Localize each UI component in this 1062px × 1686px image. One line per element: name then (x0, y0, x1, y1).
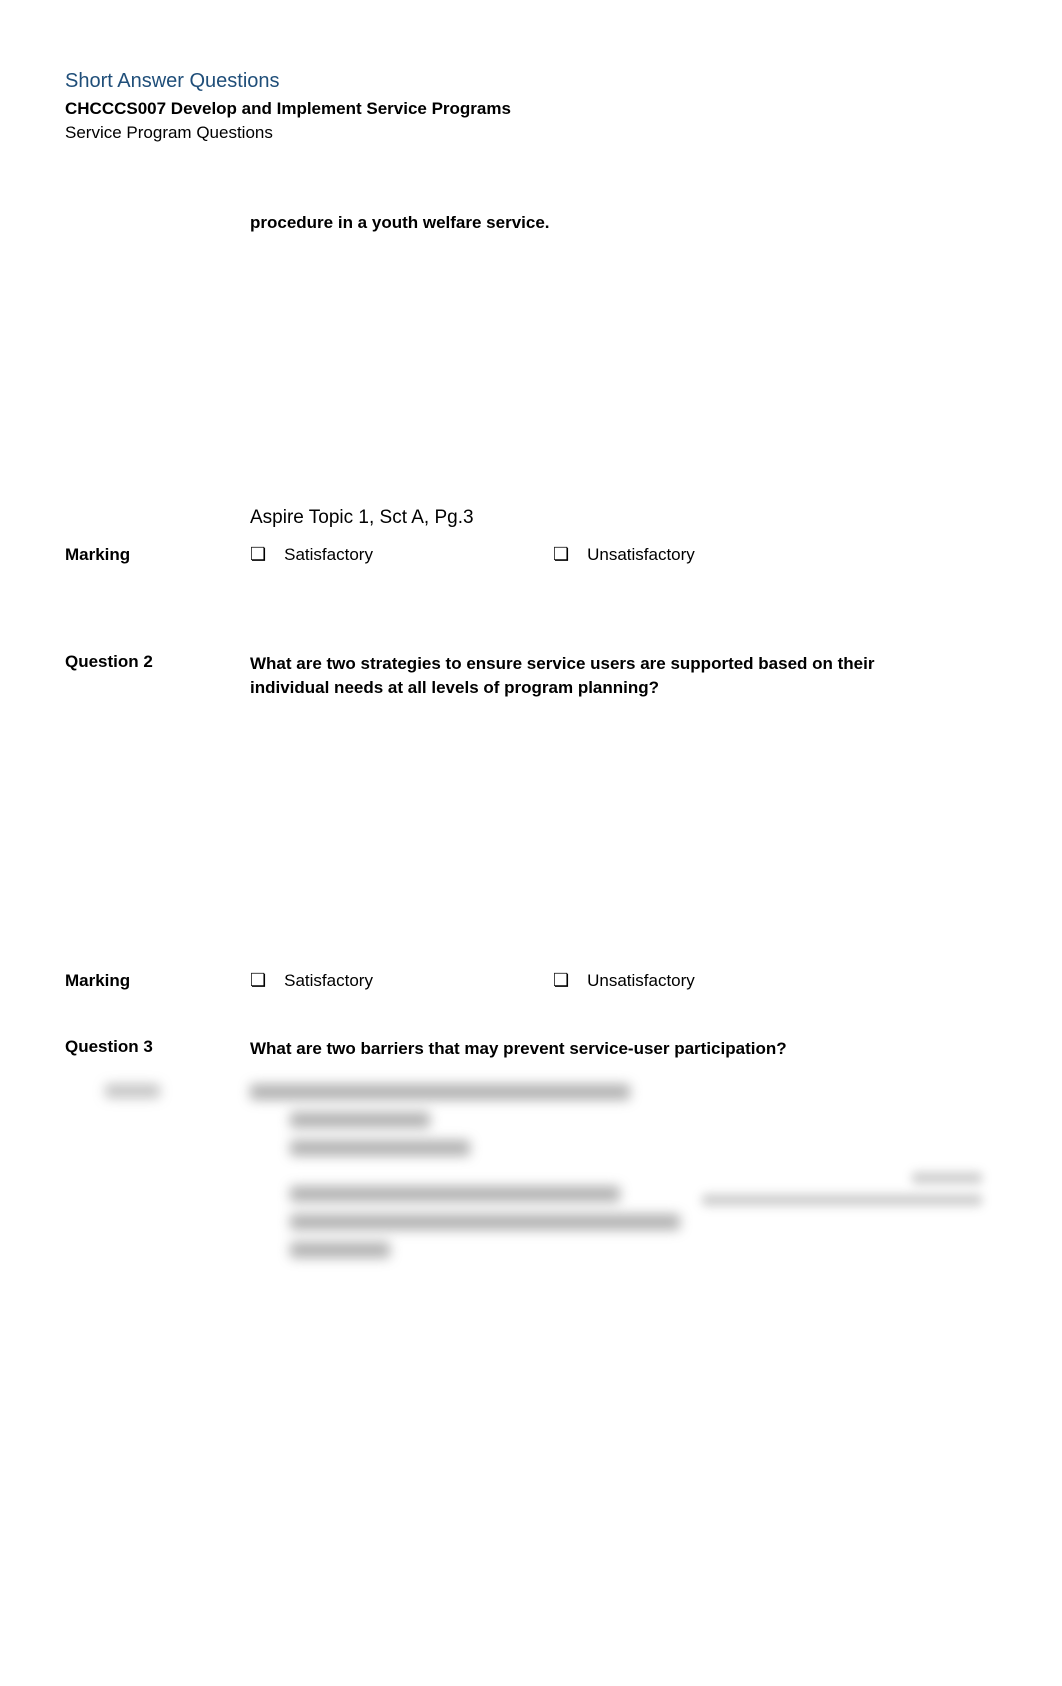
checkbox-icon: ❏ (250, 545, 266, 563)
satisfactory-option[interactable]: ❏ Satisfactory (250, 545, 373, 565)
marking-label-1: Marking (65, 537, 250, 573)
question3-table: Question 3 What are two barriers that ma… (65, 1029, 997, 1069)
satisfactory-label-2: Satisfactory (284, 971, 373, 991)
question2-label: Question 2 (65, 644, 250, 708)
question3-label: Question 3 (65, 1029, 250, 1069)
unsatisfactory-option-2[interactable]: ❏ Unsatisfactory (553, 971, 695, 991)
checkbox-icon: ❏ (553, 545, 569, 563)
marking-label-2: Marking (65, 963, 250, 999)
question1-reference: Aspire Topic 1, Sct A, Pg.3 (250, 507, 997, 529)
unit-code: CHCCCS007 Develop and Implement Service … (65, 99, 997, 119)
satisfactory-option-2[interactable]: ❏ Satisfactory (250, 971, 373, 991)
question3-text: What are two barriers that may prevent s… (250, 1037, 997, 1061)
unsatisfactory-label-2: Unsatisfactory (587, 971, 695, 991)
question2-text: What are two strategies to ensure servic… (250, 652, 997, 700)
satisfactory-label: Satisfactory (284, 545, 373, 565)
checkbox-icon: ❏ (553, 971, 569, 989)
section-title: Short Answer Questions (65, 70, 997, 93)
unsatisfactory-label: Unsatisfactory (587, 545, 695, 565)
checkbox-icon: ❏ (250, 971, 266, 989)
content-table: procedure in a youth welfare service. As… (65, 203, 997, 999)
question1-partial: procedure in a youth welfare service. (250, 211, 997, 235)
subtitle: Service Program Questions (65, 123, 997, 143)
footer-blurred (702, 1172, 982, 1206)
unsatisfactory-option[interactable]: ❏ Unsatisfactory (553, 545, 695, 565)
